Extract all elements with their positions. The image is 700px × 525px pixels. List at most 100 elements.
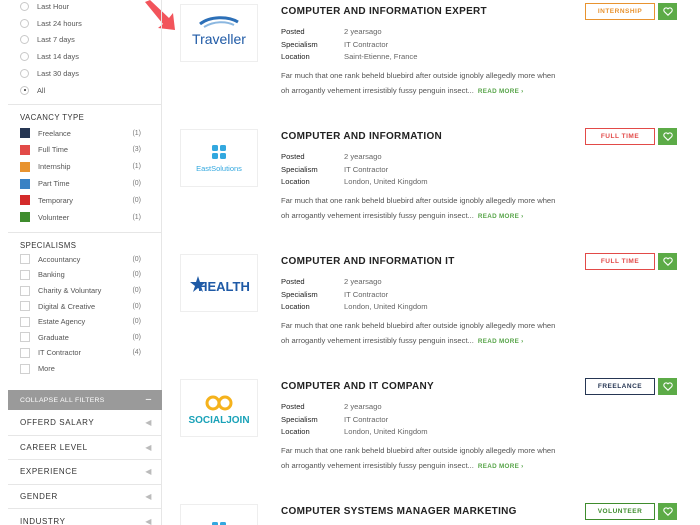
posted-value: 2 yearsago bbox=[344, 152, 382, 161]
collapse-all-filters-button[interactable]: COLLAPSE ALL FILTERS − bbox=[8, 390, 162, 410]
vacancy-option-volunteer[interactable]: Volunteer (1) bbox=[8, 209, 161, 226]
specialism-label: Accountancy bbox=[38, 254, 81, 264]
vacancy-option-temporary[interactable]: Temporary (0) bbox=[8, 192, 161, 209]
accordion-experience[interactable]: EXPERIENCE ◀ bbox=[8, 460, 162, 485]
specialism-label: Banking bbox=[38, 270, 65, 280]
company-logo[interactable] bbox=[180, 504, 258, 525]
location-value: London, United Kingdom bbox=[344, 302, 428, 312]
favorite-button[interactable] bbox=[658, 128, 677, 145]
specialism-option-estate-agency[interactable]: Estate Agency (0) bbox=[8, 314, 161, 330]
specialism-option-charity[interactable]: Charity & Voluntary (0) bbox=[8, 283, 161, 299]
job-title[interactable]: COMPUTER AND INFORMATION EXPERT bbox=[281, 6, 487, 17]
date-option-all[interactable]: All bbox=[20, 82, 161, 99]
vacancy-option-full-time[interactable]: Full Time (3) bbox=[8, 142, 161, 159]
job-title[interactable]: COMPUTER SYSTEMS MANAGER MARKETING bbox=[281, 506, 517, 517]
job-listing[interactable]: HEALTH COMPUTER AND INFORMATION IT Poste… bbox=[180, 250, 680, 365]
job-listing[interactable]: EastSolutions COMPUTER AND INFORMATION P… bbox=[180, 125, 680, 240]
date-option-last-7-days[interactable]: Last 7 days bbox=[20, 32, 161, 49]
read-more-label: READ MORE bbox=[477, 87, 520, 95]
job-listing[interactable]: COMPUTER SYSTEMS MANAGER MARKETING VOLUN… bbox=[180, 500, 680, 525]
specialism-count: (0) bbox=[132, 302, 141, 310]
company-logo-health[interactable]: HEALTH bbox=[180, 254, 258, 312]
accordion-offered-salary[interactable]: OFFERD SALARY ◀ bbox=[8, 411, 162, 436]
color-swatch[interactable] bbox=[20, 128, 30, 139]
accordion-industry[interactable]: INDUSTRY ◀ bbox=[8, 509, 162, 525]
company-logo-eastsolutions[interactable]: EastSolutions bbox=[180, 129, 258, 187]
specialism-label: Specialism bbox=[281, 289, 318, 299]
date-option-last-30-days[interactable]: Last 30 days bbox=[20, 65, 161, 82]
job-title[interactable]: COMPUTER AND IT COMPANY bbox=[281, 381, 434, 392]
location-label: Location bbox=[281, 302, 310, 312]
favorite-button[interactable] bbox=[658, 253, 677, 270]
checkbox[interactable] bbox=[20, 269, 30, 280]
checkbox[interactable] bbox=[20, 254, 30, 265]
specialism-label: Specialism bbox=[281, 39, 318, 49]
radio-button[interactable] bbox=[20, 52, 29, 62]
vacancy-option-part-time[interactable]: Part Time (0) bbox=[8, 175, 161, 192]
job-listing[interactable]: Traveller COMPUTER AND INFORMATION EXPER… bbox=[180, 0, 680, 115]
radio-button[interactable] bbox=[20, 18, 29, 28]
chevron-left-icon: ◀ bbox=[145, 516, 152, 525]
read-more-link[interactable]: READ MORE › bbox=[478, 338, 524, 345]
vacancy-count: (0) bbox=[132, 196, 141, 204]
radio-button[interactable] bbox=[20, 69, 29, 79]
more-link[interactable]: More bbox=[38, 364, 55, 373]
specialism-count: (0) bbox=[132, 333, 141, 341]
checkbox[interactable] bbox=[20, 332, 30, 343]
read-more-link[interactable]: READ MORE › bbox=[478, 88, 524, 95]
job-type-badge[interactable]: VOLUNTEER bbox=[585, 503, 655, 520]
job-meta: Posted 2 yearsago Specialism IT Contractor… bbox=[281, 27, 417, 65]
read-more-label: READ MORE bbox=[477, 212, 520, 220]
job-type-badge[interactable]: INTERNSHIP bbox=[585, 3, 655, 20]
specialism-option-it-contractor[interactable]: IT Contractor (4) bbox=[8, 345, 161, 361]
posted-value: 2 yearsago bbox=[344, 402, 382, 411]
vacancy-count: (1) bbox=[132, 129, 141, 137]
specialism-option-more[interactable]: More bbox=[8, 361, 161, 377]
specialisms-filter: Accountancy (0) Banking (0) Charity & Vo… bbox=[8, 252, 161, 377]
specialism-option-accountancy[interactable]: Accountancy (0) bbox=[8, 252, 161, 268]
job-title[interactable]: COMPUTER AND INFORMATION IT bbox=[281, 256, 455, 267]
radio-button-checked[interactable] bbox=[20, 85, 29, 95]
job-title[interactable]: COMPUTER AND INFORMATION bbox=[281, 131, 442, 142]
read-more-link[interactable]: READ MORE › bbox=[478, 463, 524, 470]
vacancy-label: Freelance bbox=[38, 128, 71, 138]
date-option-last-14-days[interactable]: Last 14 days bbox=[20, 48, 161, 65]
accordion-career-level[interactable]: CAREER LEVEL ◀ bbox=[8, 436, 162, 461]
color-swatch[interactable] bbox=[20, 178, 30, 189]
color-swatch[interactable] bbox=[20, 161, 30, 172]
favorite-button[interactable] bbox=[658, 503, 677, 520]
job-type-badge[interactable]: FULL TIME bbox=[585, 128, 655, 145]
vacancy-option-freelance[interactable]: Freelance (1) bbox=[8, 125, 161, 142]
color-swatch[interactable] bbox=[20, 212, 30, 223]
checkbox[interactable] bbox=[20, 285, 30, 296]
favorite-button[interactable] bbox=[658, 3, 677, 20]
color-swatch[interactable] bbox=[20, 144, 30, 155]
checkbox[interactable] bbox=[20, 347, 30, 358]
company-logo-socialjoin[interactable]: SOCIALJOIN bbox=[180, 379, 258, 437]
company-logo-traveller[interactable]: Traveller bbox=[180, 4, 258, 62]
specialism-option-banking[interactable]: Banking (0) bbox=[8, 267, 161, 283]
date-option-label: Last 30 days bbox=[37, 69, 79, 79]
location-label: Location bbox=[281, 177, 310, 187]
read-more-link[interactable]: READ MORE › bbox=[478, 213, 524, 220]
specialism-option-graduate[interactable]: Graduate (0) bbox=[8, 330, 161, 346]
specialism-option-digital-creative[interactable]: Digital & Creative (0) bbox=[8, 298, 161, 314]
date-option-last-hour[interactable]: Last Hour bbox=[20, 0, 161, 15]
job-type-badge[interactable]: FULL TIME bbox=[585, 253, 655, 270]
posted-label: Posted bbox=[281, 152, 305, 161]
logo-text: SOCIALJOIN bbox=[188, 415, 249, 426]
checkbox[interactable] bbox=[20, 316, 30, 327]
vacancy-label: Full Time bbox=[38, 145, 68, 155]
job-listing[interactable]: SOCIALJOIN COMPUTER AND IT COMPANY Poste… bbox=[180, 375, 680, 490]
favorite-button[interactable] bbox=[658, 378, 677, 395]
vacancy-count: (1) bbox=[132, 213, 141, 221]
job-type-badge[interactable]: FREELANCE bbox=[585, 378, 655, 395]
date-option-last-24-hours[interactable]: Last 24 hours bbox=[20, 15, 161, 32]
accordion-gender[interactable]: GENDER ◀ bbox=[8, 485, 162, 510]
checkbox[interactable] bbox=[20, 301, 30, 312]
radio-button[interactable] bbox=[20, 35, 29, 45]
checkbox[interactable] bbox=[20, 363, 30, 374]
radio-button[interactable] bbox=[20, 1, 29, 11]
vacancy-option-internship[interactable]: Internship (1) bbox=[8, 158, 161, 175]
color-swatch[interactable] bbox=[20, 195, 30, 206]
